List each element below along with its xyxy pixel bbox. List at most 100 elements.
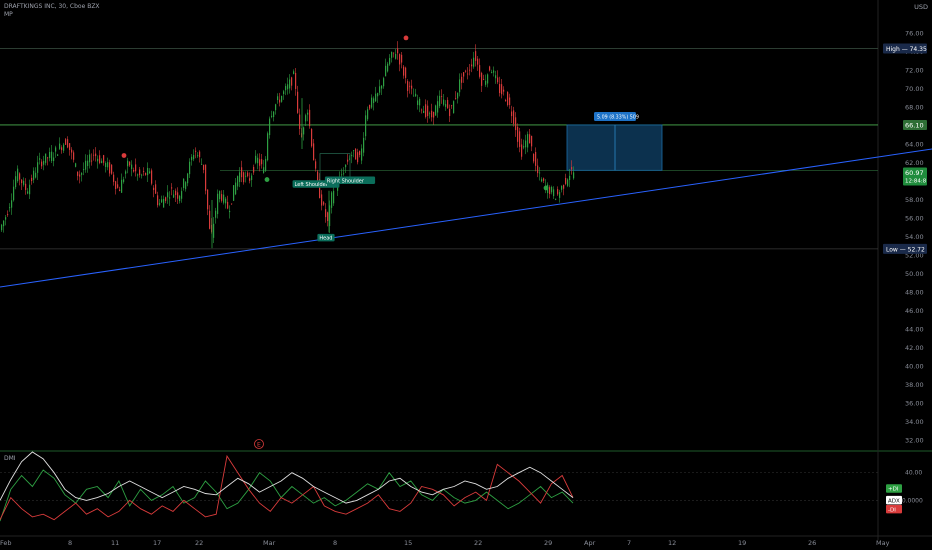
candle-body <box>297 91 299 113</box>
candle-body <box>37 162 39 173</box>
candle-body <box>15 176 17 188</box>
candle-body <box>415 93 417 97</box>
candle-body <box>265 158 267 171</box>
candle-body <box>67 139 69 148</box>
candle-body <box>97 158 99 162</box>
candle-body <box>277 96 279 101</box>
candle-body <box>383 78 385 87</box>
candle-body <box>111 164 113 174</box>
candle-body <box>537 165 539 174</box>
candle-body <box>481 72 483 86</box>
candle-body <box>405 67 407 78</box>
candle-body <box>503 89 505 92</box>
candle-body <box>429 113 431 115</box>
candle-body <box>221 194 223 201</box>
x-tick-label: May <box>876 539 890 547</box>
candle-body <box>541 179 543 182</box>
candle-body <box>333 190 335 204</box>
candle-body <box>305 115 307 122</box>
candle-body <box>317 171 319 182</box>
candle-body <box>61 147 63 151</box>
candle-body <box>511 111 513 117</box>
candle-body <box>195 150 197 152</box>
x-tick-label: 11 <box>111 539 119 547</box>
price-chart[interactable]: 76.0074.0072.0070.0068.0066.0064.0062.00… <box>0 0 932 550</box>
candle-body <box>13 186 15 201</box>
candle-body <box>263 167 265 173</box>
candle-body <box>253 166 255 173</box>
candle-body <box>105 163 107 168</box>
candle-body <box>225 198 227 204</box>
x-tick-label: Apr <box>584 539 596 547</box>
candle-body <box>453 101 455 114</box>
candle-body <box>557 189 559 195</box>
candle-body <box>149 171 151 174</box>
y-tick-label: 46.00 <box>905 307 924 315</box>
candle-body <box>25 183 27 190</box>
candle-body <box>159 203 161 205</box>
candle-body <box>237 176 239 187</box>
high-badge: High — 74.35 <box>886 46 927 53</box>
candle-body <box>119 189 121 191</box>
dmi-tick-label: 40.00 <box>905 470 922 477</box>
candle-body <box>315 161 317 169</box>
candle-body <box>223 194 225 203</box>
candle-body <box>555 198 557 200</box>
candle-body <box>467 73 469 75</box>
candle-body <box>95 153 97 157</box>
dmi-legend-badge: -DI <box>888 507 896 513</box>
dmi-legend-badge: ADX <box>888 498 900 504</box>
candle-body <box>145 173 147 175</box>
candle-body <box>519 131 521 147</box>
candle-body <box>299 114 301 129</box>
candle-body <box>445 104 447 107</box>
candle-body <box>103 155 105 163</box>
candle-body <box>403 66 405 76</box>
candle-body <box>255 155 257 163</box>
candle-body <box>167 192 169 198</box>
candle-body <box>139 169 141 176</box>
candle-body <box>367 109 369 120</box>
candle-body <box>227 201 229 209</box>
candle-body <box>289 79 291 89</box>
candle-body <box>379 86 381 93</box>
candle-body <box>285 86 287 91</box>
candle-body <box>87 160 89 167</box>
candle-body <box>59 143 61 149</box>
candle-body <box>343 173 345 175</box>
candle-body <box>523 146 525 148</box>
candle-body <box>171 187 173 189</box>
y-tick-label: 44.00 <box>905 326 924 334</box>
candle-body <box>295 72 297 89</box>
y-tick-label: 76.00 <box>905 29 924 37</box>
candles <box>1 41 575 243</box>
candle-body <box>459 79 461 93</box>
candle-body <box>419 98 421 106</box>
candle-body <box>563 184 565 189</box>
candle-body <box>17 168 19 182</box>
candle-body <box>389 57 391 65</box>
candle-body <box>533 154 535 162</box>
candle-body <box>443 99 445 105</box>
candle-body <box>5 217 7 220</box>
candle-body <box>161 199 163 203</box>
candle-body <box>27 191 29 194</box>
x-tick-label: 26 <box>808 539 816 547</box>
candle-body <box>309 109 311 127</box>
candle-body <box>99 155 101 164</box>
y-tick-label: 68.00 <box>905 103 924 111</box>
x-tick-label: 8 <box>333 539 337 547</box>
candle-body <box>401 54 403 63</box>
candle-body <box>411 85 413 89</box>
candle-body <box>267 133 269 161</box>
candle-body <box>165 197 167 201</box>
event-marker-label: E <box>257 442 261 449</box>
candle-body <box>169 197 171 199</box>
candle-body <box>441 96 443 97</box>
candle-body <box>457 92 459 99</box>
candle-body <box>81 173 83 175</box>
y-tick-label: 38.00 <box>905 381 924 389</box>
candle-body <box>261 159 263 165</box>
candle-body <box>387 63 389 72</box>
candle-body <box>135 164 137 172</box>
